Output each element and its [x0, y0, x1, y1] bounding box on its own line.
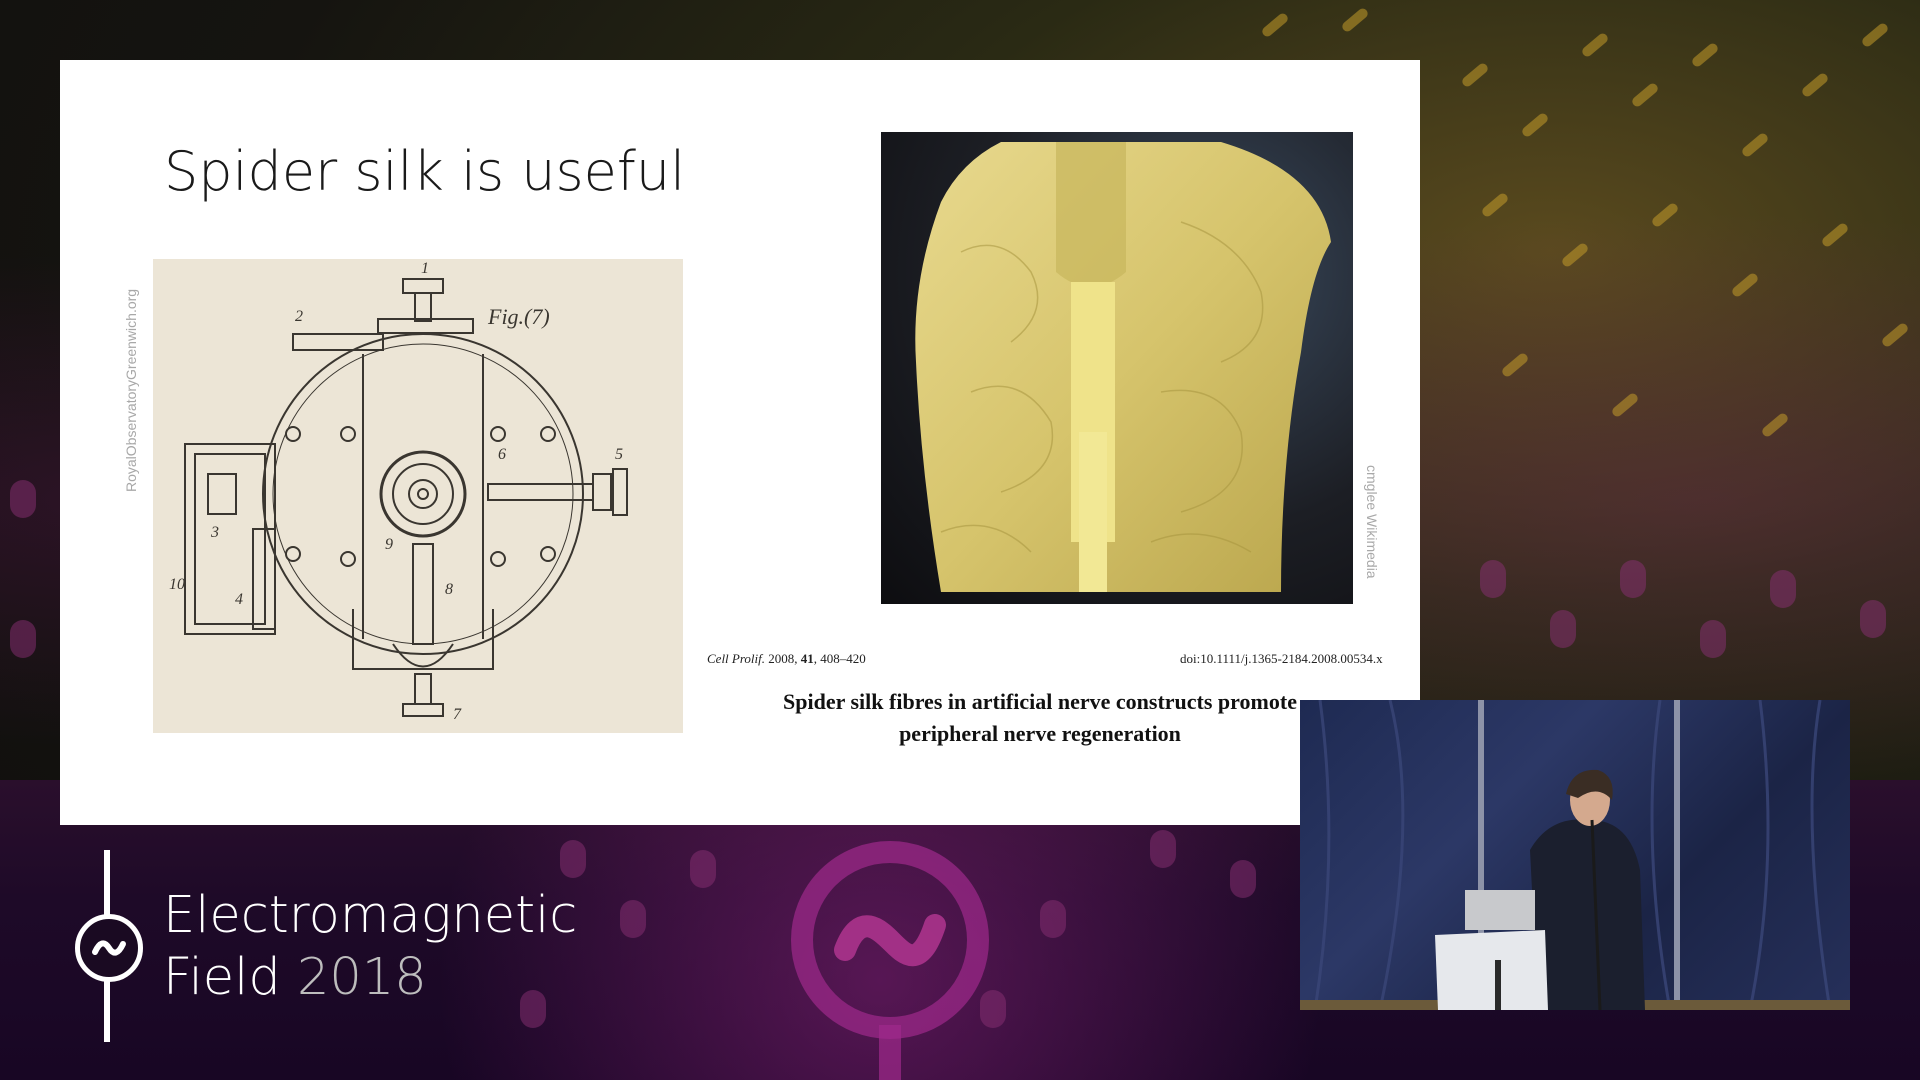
svg-text:Fig.(7): Fig.(7): [487, 304, 550, 329]
svg-text:5: 5: [615, 446, 623, 463]
paper-title: Spider silk fibres in artificial nerve c…: [710, 686, 1370, 750]
svg-text:1: 1: [421, 260, 429, 277]
svg-text:10: 10: [169, 576, 185, 593]
cape-illustration: [915, 142, 1331, 592]
svg-text:7: 7: [453, 706, 462, 723]
svg-text:8: 8: [445, 581, 453, 598]
citation-volume: 41: [800, 651, 814, 666]
speaker-scene: [1300, 700, 1850, 1010]
svg-text:2: 2: [295, 308, 303, 325]
background-logo-watermark: [791, 841, 989, 1080]
event-name: Electromagnetic Field 2018: [163, 885, 577, 1009]
instrument-engraving: 1 2 3 4 5 6 7 8 9 10 Fig.(7): [169, 260, 628, 723]
citation-pages: , 408–420: [813, 651, 866, 666]
instrument-drawing: 1 2 3 4 5 6 7 8 9 10 Fig.(7): [153, 259, 683, 733]
paper-title-line-2: peripheral nerve regeneration: [899, 721, 1181, 746]
citation-year: 2008,: [768, 651, 798, 666]
spider-silk-cape-photo: [881, 132, 1353, 604]
paper-title-line-1: Spider silk fibres in artificial nerve c…: [783, 689, 1297, 714]
event-name-line-2: Field 2018: [163, 947, 577, 1009]
speaker-video: [1300, 700, 1850, 1010]
citation-journal: Cell Prolif.: [707, 651, 766, 666]
presentation-slide: Spider silk is useful RoyalObservatoryGr…: [60, 60, 1420, 825]
citation-doi: doi:10.1111/j.1365-2184.2008.00534.x: [1180, 651, 1383, 666]
svg-text:3: 3: [210, 524, 219, 541]
drawing-credit: RoyalObservatoryGreenwich.org: [123, 288, 139, 492]
slide-title: Spider silk is useful: [164, 140, 686, 203]
tilde-circle-icon: [75, 914, 143, 982]
event-name-line-1: Electromagnetic: [163, 886, 578, 945]
event-name-field: Field: [163, 948, 281, 1007]
event-year: 2018: [296, 948, 427, 1007]
svg-text:6: 6: [498, 446, 506, 463]
photo-credit: cmglee Wikimedia: [1364, 465, 1380, 579]
svg-text:9: 9: [385, 536, 393, 553]
svg-text:4: 4: [235, 591, 243, 608]
citation-reference: Cell Prolif. 2008, 41, 408–420: [707, 651, 866, 667]
